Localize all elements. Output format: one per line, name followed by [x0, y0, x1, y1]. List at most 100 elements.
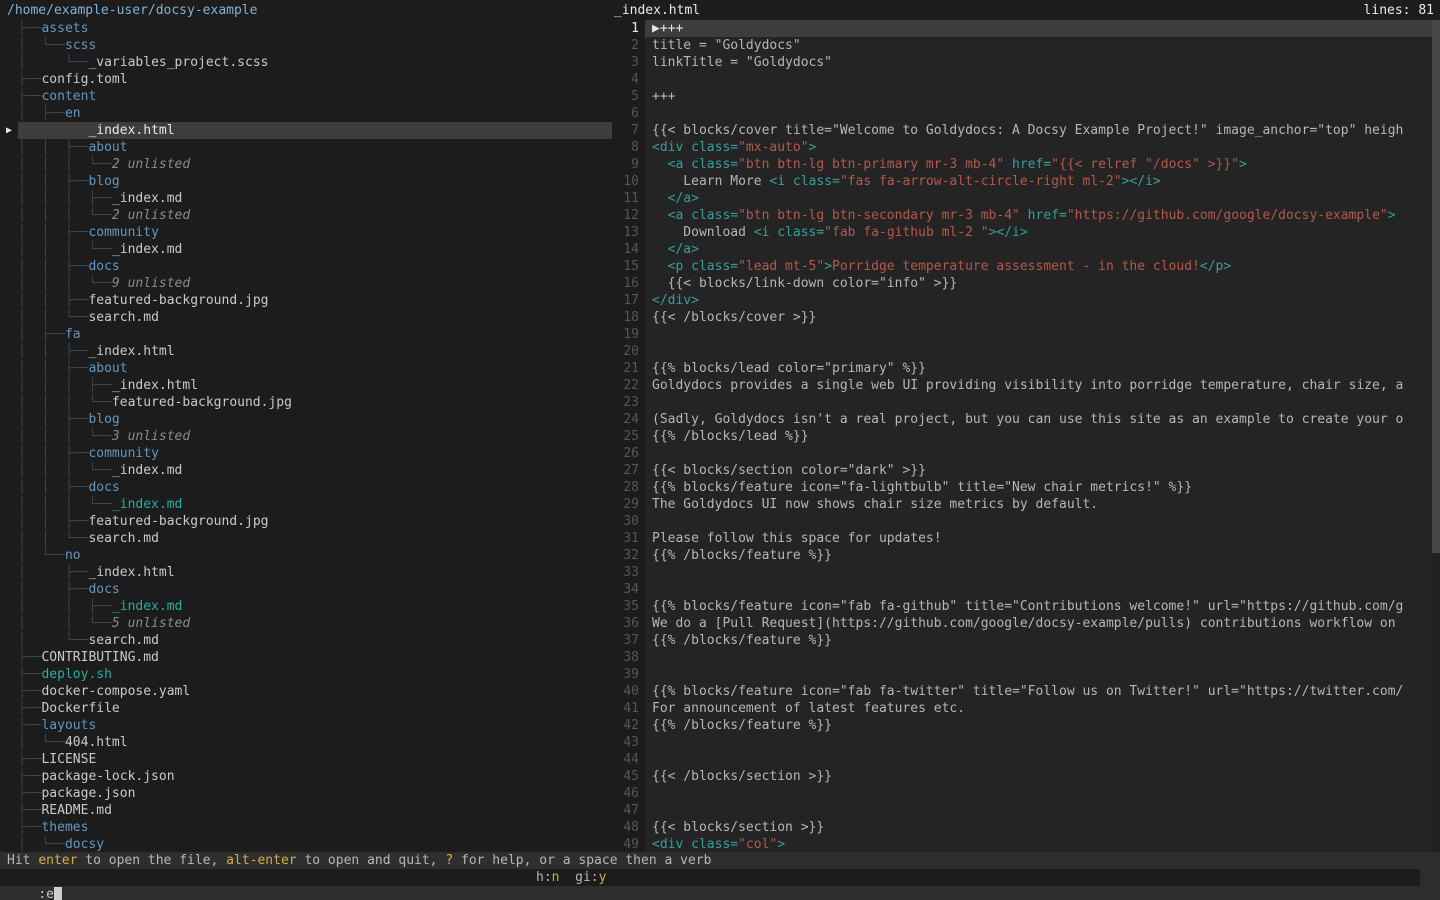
tree-item[interactable]: ├──package-lock.json	[0, 768, 612, 785]
tree-item[interactable]: ├──layouts	[0, 717, 612, 734]
tree-item-body: │ ├──en	[18, 105, 612, 122]
preview-line-count: lines: 81	[1364, 2, 1434, 20]
tree-item[interactable]: ├──Dockerfile	[0, 700, 612, 717]
tree-item[interactable]: │ │ ├──about	[0, 139, 612, 156]
tree-item[interactable]: ▶│ │ ├──_index.html	[0, 122, 612, 139]
tree-item-label: assets	[41, 21, 88, 36]
flag-column	[0, 598, 18, 615]
tree-item[interactable]: │ │ │ └──3 unlisted	[0, 428, 612, 445]
tree-item[interactable]: ├──LICENSE	[0, 751, 612, 768]
tree-item[interactable]: │ │ ├──featured-background.jpg	[0, 513, 612, 530]
tree-item[interactable]: ├──deploy.sh	[0, 666, 612, 683]
tree-item[interactable]: │ │ ├──docs	[0, 479, 612, 496]
tree-item[interactable]: │ ├──en	[0, 105, 612, 122]
tree-item-body: │ │ │ └──2 unlisted	[18, 156, 612, 173]
tree-item-label: package-lock.json	[41, 769, 174, 784]
tree-item[interactable]: │ ├──fa	[0, 326, 612, 343]
flag-column	[0, 241, 18, 258]
text-segment: "https://github.com/google/docsy-example…	[1067, 208, 1388, 223]
text-segment: ?	[445, 853, 453, 868]
tree-item[interactable]: │ │ │ └──_index.md	[0, 241, 612, 258]
tree-item[interactable]: │ ├──_index.html	[0, 564, 612, 581]
tree-item-body: │ └──search.md	[18, 632, 612, 649]
tree-item[interactable]: ├──content	[0, 88, 612, 105]
tree-item[interactable]: ├──docker-compose.yaml	[0, 683, 612, 700]
line-number: 42	[612, 717, 639, 734]
text-segment: "lead mt-5"	[738, 259, 824, 274]
tree-item[interactable]: │ │ │ ├──_index.md	[0, 190, 612, 207]
command-input-line[interactable]: :e h:n gi:y	[0, 869, 1440, 886]
preview-panel: _index.html lines: 81 123456789101112131…	[612, 0, 1440, 852]
tree-branch-lines: ├──	[18, 72, 41, 87]
tree-item[interactable]: │ │ ├──community	[0, 445, 612, 462]
tree-branch-lines: ├──	[18, 752, 41, 767]
tree-item[interactable]: ├──CONTRIBUTING.md	[0, 649, 612, 666]
line-number: 31	[612, 530, 639, 547]
status-bar: Hit enter to open the file, alt-enter to…	[0, 852, 1440, 869]
code-line: Learn More <i class="fas fa-arrow-alt-ci…	[645, 173, 1432, 190]
tree-item[interactable]: │ │ │ └──featured-background.jpg	[0, 394, 612, 411]
code-line	[645, 802, 1432, 819]
tree-item[interactable]: ├──README.md	[0, 802, 612, 819]
preview-scrollbar[interactable]	[1432, 20, 1440, 852]
tree-item[interactable]: │ └──search.md	[0, 632, 612, 649]
code-line: <p class="lead mt-5">Porridge temperatur…	[645, 258, 1432, 275]
text-segment: The Goldydocs UI now shows chair size me…	[652, 497, 1098, 512]
code-line	[645, 751, 1432, 768]
tree-item[interactable]: │ └──404.html	[0, 734, 612, 751]
tree-item[interactable]: │ ├──docs	[0, 581, 612, 598]
tree-item[interactable]: │ │ ├──featured-background.jpg	[0, 292, 612, 309]
tree-item[interactable]: │ │ │ └──9 unlisted	[0, 275, 612, 292]
tree-branch-lines: │ │ ├──	[18, 293, 88, 308]
tree-item[interactable]: │ │ │ └──_index.md	[0, 462, 612, 479]
text-segment: "mx-auto"	[738, 140, 808, 155]
tree-item[interactable]: ├──package.json	[0, 785, 612, 802]
tree-item-body: │ └──404.html	[18, 734, 612, 751]
tree-item[interactable]: │ └──docsy	[0, 836, 612, 852]
text-segment: Learn More	[652, 174, 769, 189]
line-number: 44	[612, 751, 639, 768]
flag-column	[0, 768, 18, 785]
scrollbar-thumb[interactable]	[1432, 20, 1440, 553]
tree-item[interactable]: │ │ │ └──2 unlisted	[0, 207, 612, 224]
tree-item[interactable]: │ │ ├──docs	[0, 258, 612, 275]
command-input-text[interactable]: :e	[38, 887, 54, 900]
tree-item[interactable]: │ │ ├──_index.html	[0, 343, 612, 360]
tree-branch-lines: ├──	[18, 667, 41, 682]
text-segment: linkTitle = "Goldydocs"	[652, 55, 832, 70]
tree-item[interactable]: │ └──no	[0, 547, 612, 564]
line-number: 4	[612, 71, 639, 88]
tree-item[interactable]: ├──themes	[0, 819, 612, 836]
flag-column	[0, 139, 18, 156]
tree-item-label: _index.html	[112, 378, 198, 393]
text-segment: {{% /blocks/feature %}}	[652, 718, 832, 733]
tree-item[interactable]: │ │ ├──blog	[0, 411, 612, 428]
tree-item[interactable]: │ │ ├──about	[0, 360, 612, 377]
text-segment: <div class=	[652, 140, 738, 155]
tree-item[interactable]: │ └──scss	[0, 37, 612, 54]
tree-item[interactable]: ├──config.toml	[0, 71, 612, 88]
tree-item[interactable]: │ │ └──search.md	[0, 309, 612, 326]
preview-file-title: _index.html	[614, 2, 1364, 20]
tree-item[interactable]: │ │ │ ├──_index.html	[0, 377, 612, 394]
text-segment: ▶+++	[652, 21, 683, 36]
tree-item[interactable]: │ │ │ └──_index.md	[0, 496, 612, 513]
tree-item[interactable]: │ │ ├──community	[0, 224, 612, 241]
line-number: 26	[612, 445, 639, 462]
tree-item[interactable]: │ │ │ └──2 unlisted	[0, 156, 612, 173]
text-segment: <i class=	[754, 225, 824, 240]
line-number: 39	[612, 666, 639, 683]
line-number: 48	[612, 819, 639, 836]
tree-item-body: ├──README.md	[18, 802, 612, 819]
tree-item[interactable]: │ │ └──5 unlisted	[0, 615, 612, 632]
tree-branch-lines: │ │ ├──	[18, 599, 112, 614]
tree-branch-lines: │ └──	[18, 735, 65, 750]
tree-item-body: │ │ │ └──featured-background.jpg	[18, 394, 612, 411]
tree-item[interactable]: │ │ ├──blog	[0, 173, 612, 190]
code-line: ▶+++	[645, 20, 1432, 37]
flag-column	[0, 462, 18, 479]
tree-item[interactable]: │ │ └──search.md	[0, 530, 612, 547]
tree-item[interactable]: ├──assets	[0, 20, 612, 37]
tree-item[interactable]: │ │ ├──_index.md	[0, 598, 612, 615]
tree-item[interactable]: │ └──_variables_project.scss	[0, 54, 612, 71]
